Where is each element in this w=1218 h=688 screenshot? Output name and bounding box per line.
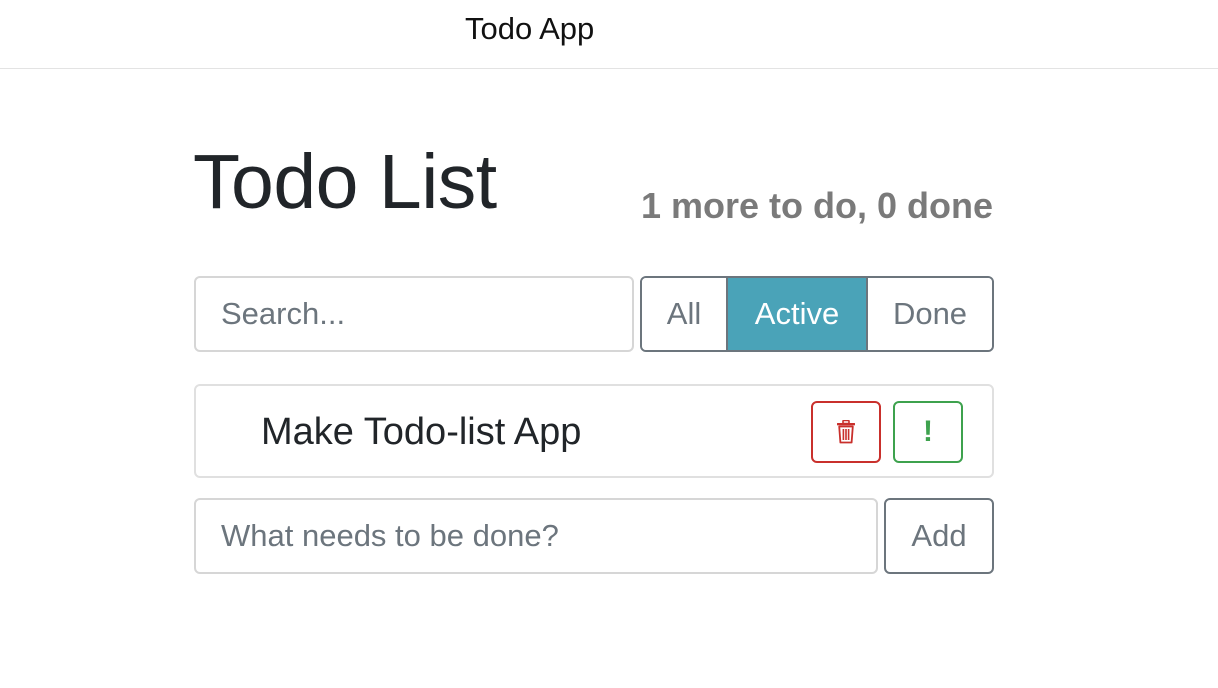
filter-done-button[interactable]: Done <box>866 278 992 350</box>
app-title: Todo App <box>465 11 595 46</box>
page-title: Todo List <box>193 139 497 225</box>
exclamation-icon: ! <box>923 415 933 448</box>
filter-active-button[interactable]: Active <box>728 278 866 350</box>
todo-list-item[interactable]: Make Todo-list App ! <box>194 384 994 478</box>
filter-button-group: All Active Done <box>640 276 994 352</box>
todo-item-label[interactable]: Make Todo-list App <box>261 410 581 454</box>
new-todo-input[interactable] <box>194 498 878 574</box>
trash-icon <box>837 420 855 444</box>
delete-todo-button[interactable] <box>811 401 881 463</box>
search-input[interactable] <box>194 276 634 352</box>
todo-counter: 1 more to do, 0 done <box>640 185 993 226</box>
app-header: Todo App <box>0 0 1218 69</box>
filter-all-button[interactable]: All <box>642 278 728 350</box>
add-todo-button[interactable]: Add <box>884 498 994 574</box>
mark-important-button[interactable]: ! <box>893 401 963 463</box>
